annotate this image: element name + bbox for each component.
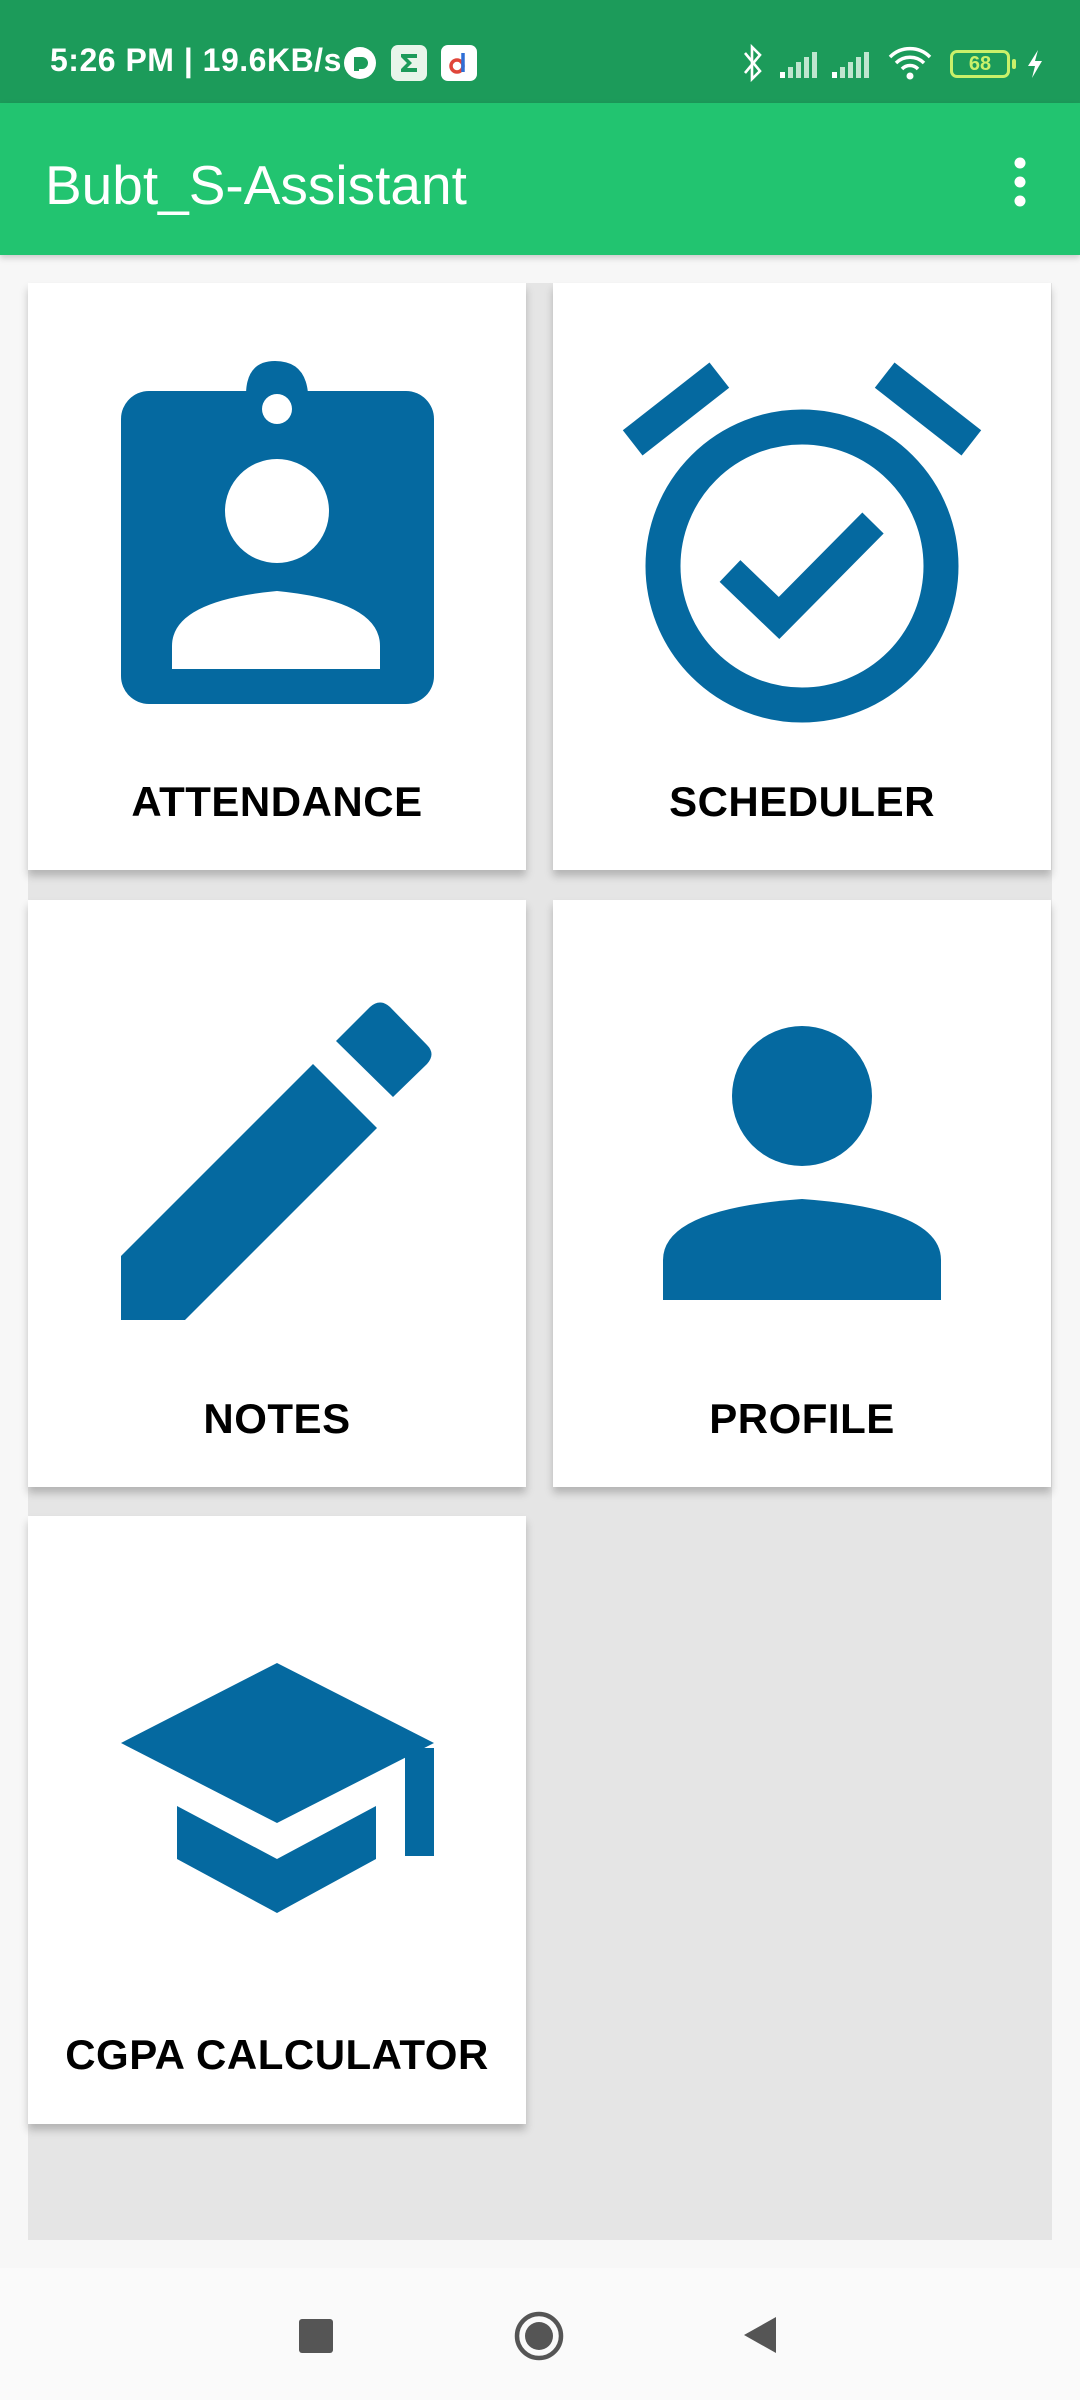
- wifi-icon: [887, 44, 933, 87]
- attendance-tile[interactable]: ATTENDANCE: [28, 283, 526, 870]
- app-bar: Bubt_S-Assistant: [0, 103, 1080, 255]
- sigma-app-icon: [391, 45, 427, 81]
- dashboard-grid: ATTENDANCE SCHEDULER NOTES PROFILE CGPA …: [28, 283, 1052, 2240]
- status-time-speed: 5:26 PM | 19.6KB/s: [50, 42, 342, 78]
- more-vertical-icon[interactable]: [1000, 153, 1040, 213]
- status-bar: 5:26 PM | 19.6KB/s 68: [0, 0, 1080, 103]
- charging-icon: [1024, 48, 1046, 85]
- notes-label: NOTES: [203, 1395, 351, 1442]
- battery-icon: 68: [950, 50, 1016, 78]
- d-app-icon: [441, 45, 477, 81]
- app-title: Bubt_S-Assistant: [45, 154, 467, 216]
- back-triangle-icon[interactable]: [738, 2312, 784, 2363]
- navigation-bar: [0, 2268, 1080, 2400]
- recents-square-icon[interactable]: [293, 2313, 339, 2364]
- signal-icon: [778, 48, 820, 85]
- cgpa-calculator-tile[interactable]: CGPA CALCULATOR: [28, 1516, 526, 2124]
- scheduler-label: SCHEDULER: [669, 778, 935, 825]
- scheduler-tile[interactable]: SCHEDULER: [553, 283, 1051, 870]
- attendance-label: ATTENDANCE: [131, 778, 423, 825]
- home-circle-icon[interactable]: [509, 2308, 569, 2369]
- signal-icon: [830, 48, 872, 85]
- profile-label: PROFILE: [709, 1395, 895, 1442]
- cgpa-calculator-label: CGPA CALCULATOR: [65, 2031, 489, 2078]
- bluetooth-icon: [740, 43, 766, 88]
- notes-tile[interactable]: NOTES: [28, 900, 526, 1487]
- messenger-icon: [342, 45, 378, 81]
- profile-tile[interactable]: PROFILE: [553, 900, 1051, 1487]
